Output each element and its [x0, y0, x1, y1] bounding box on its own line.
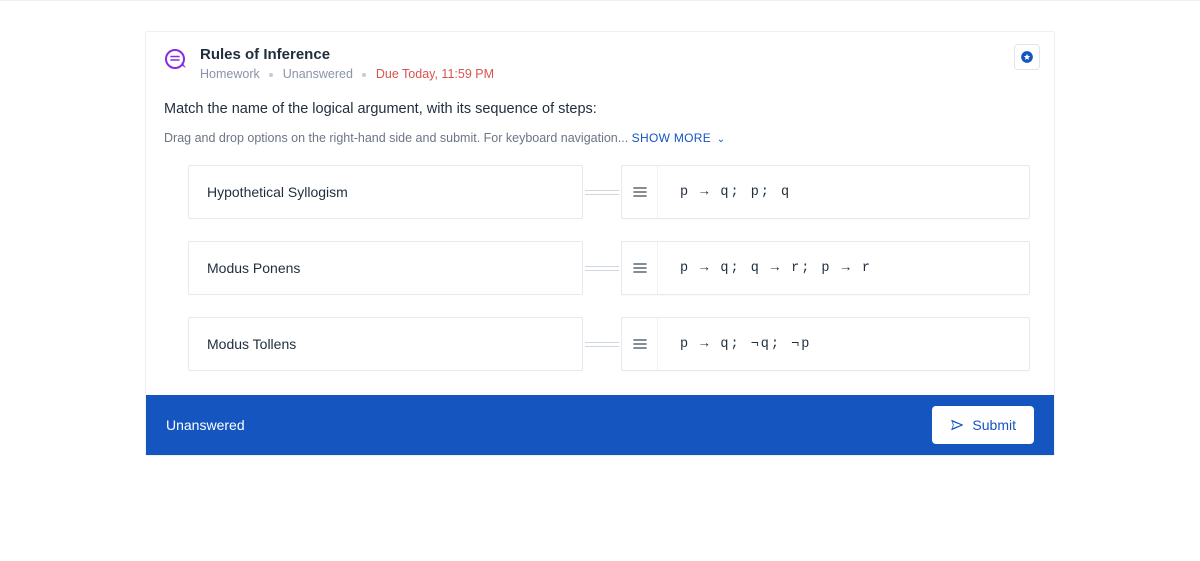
show-more-label: SHOW MORE	[632, 131, 711, 145]
match-row: Modus Ponens p → q; q → r; p → r	[188, 241, 1030, 295]
match-area: Hypothetical Syllogism p → q; p; q	[146, 159, 1054, 395]
match-right-card[interactable]: p → q; p; q	[621, 165, 1030, 219]
question-card: Rules of Inference Homework Unanswered D…	[145, 31, 1055, 456]
footer-bar: Unanswered Submit	[146, 395, 1054, 455]
meta-separator	[362, 73, 366, 77]
question-meta: Homework Unanswered Due Today, 11:59 PM	[200, 67, 1036, 81]
meta-due: Due Today, 11:59 PM	[376, 67, 494, 81]
question-type-icon	[164, 48, 188, 72]
question-prompt: Match the name of the logical argument, …	[146, 87, 1054, 121]
match-row: Modus Tollens p → q; ¬q; ¬p	[188, 317, 1030, 371]
meta-separator	[269, 73, 273, 77]
submit-label: Submit	[972, 417, 1016, 433]
match-connector	[583, 190, 621, 195]
match-left-card: Hypothetical Syllogism	[188, 165, 583, 219]
paper-plane-icon	[950, 418, 964, 432]
match-right-label: p → q; ¬q; ¬p	[658, 337, 833, 352]
match-row: Hypothetical Syllogism p → q; p; q	[188, 165, 1030, 219]
star-button[interactable]	[1014, 44, 1040, 70]
match-connector	[583, 342, 621, 347]
match-right-label: p → q; q → r; p → r	[658, 261, 894, 276]
match-left-label: Modus Ponens	[207, 260, 300, 276]
meta-category: Homework	[200, 67, 260, 81]
submit-button[interactable]: Submit	[932, 406, 1034, 444]
drag-handle-icon[interactable]	[622, 166, 658, 218]
drag-handle-icon[interactable]	[622, 318, 658, 370]
match-connector	[583, 266, 621, 271]
card-header: Rules of Inference Homework Unanswered D…	[146, 32, 1054, 87]
question-title: Rules of Inference	[200, 46, 1036, 63]
match-right-card[interactable]: p → q; ¬q; ¬p	[621, 317, 1030, 371]
match-right-label: p → q; p; q	[658, 185, 813, 200]
meta-status: Unanswered	[283, 67, 353, 81]
footer-status: Unanswered	[166, 417, 245, 433]
show-more-toggle[interactable]: SHOW MORE ⌄	[632, 131, 726, 145]
match-left-label: Modus Tollens	[207, 336, 296, 352]
instructions-row: Drag and drop options on the right-hand …	[146, 121, 1054, 159]
match-right-card[interactable]: p → q; q → r; p → r	[621, 241, 1030, 295]
drag-handle-icon[interactable]	[622, 242, 658, 294]
match-left-card: Modus Tollens	[188, 317, 583, 371]
match-left-card: Modus Ponens	[188, 241, 583, 295]
chevron-down-icon: ⌄	[717, 134, 726, 145]
match-left-label: Hypothetical Syllogism	[207, 184, 348, 200]
instructions-text: Drag and drop options on the right-hand …	[164, 131, 628, 145]
